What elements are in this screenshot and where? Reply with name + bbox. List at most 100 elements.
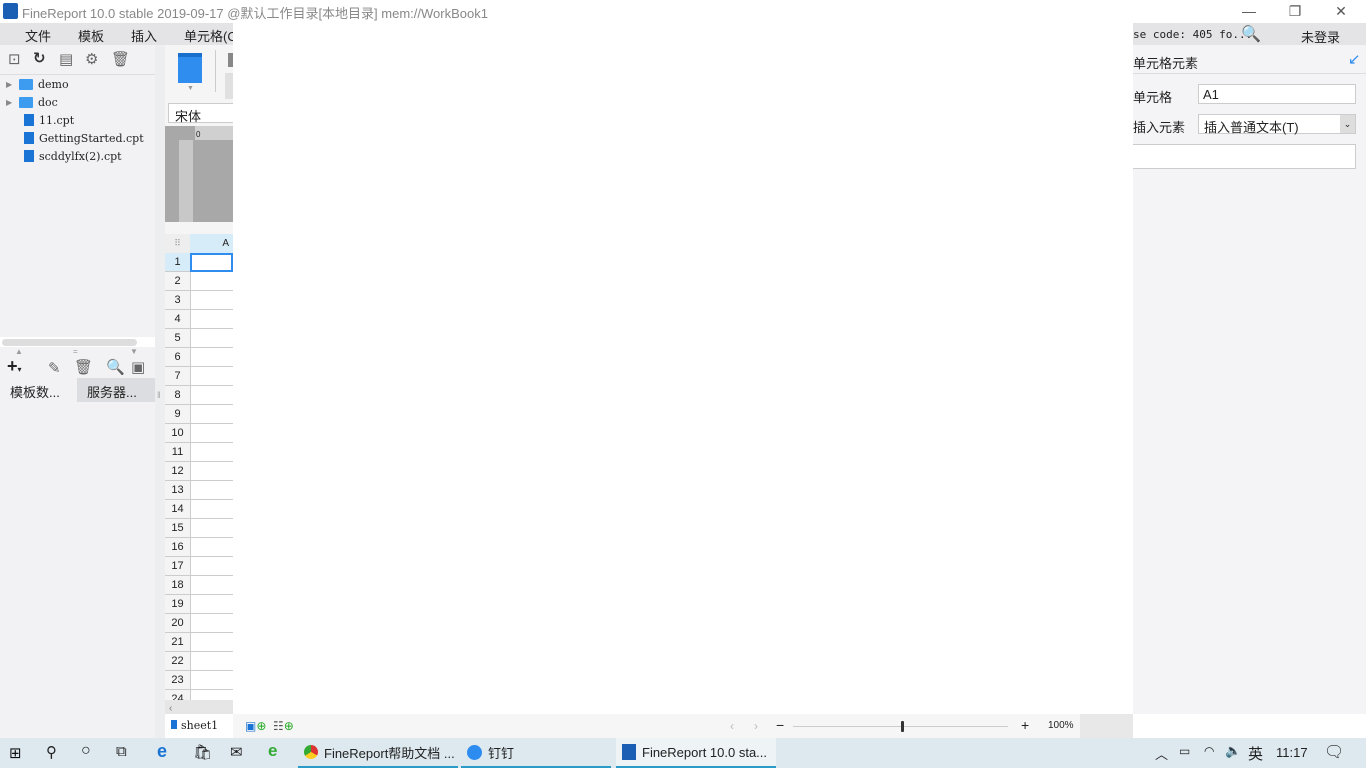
resize-handle[interactable]: ▲ = ▼ — [0, 347, 155, 357]
cell[interactable] — [190, 538, 233, 557]
tree-item[interactable]: 11.cpt — [6, 111, 74, 129]
cell[interactable] — [190, 652, 233, 671]
select-all-icon[interactable]: ⠿ — [165, 234, 190, 253]
row-header[interactable]: 20 — [165, 614, 190, 633]
delete-datasource-icon[interactable]: 🗑 — [74, 358, 93, 376]
row-header[interactable]: 13 — [165, 481, 190, 500]
edit-icon[interactable]: ✎ — [48, 359, 61, 377]
delete-icon[interactable]: 🗑 — [111, 50, 130, 68]
zoom-in-button[interactable]: + — [1021, 717, 1029, 733]
row-header[interactable]: 2 — [165, 272, 190, 291]
dropdown-icon[interactable]: ▼ — [187, 85, 194, 92]
add-sheet-icon[interactable]: ▣⊕ — [245, 719, 266, 733]
zoom-slider[interactable] — [793, 721, 1008, 732]
cell[interactable] — [190, 272, 233, 291]
row-header[interactable]: 18 — [165, 576, 190, 595]
row-header[interactable]: 16 — [165, 538, 190, 557]
battery-icon[interactable]: ▭ — [1179, 744, 1190, 758]
tree-item[interactable]: scddylfx(2).cpt — [6, 147, 122, 165]
row-header[interactable]: 15 — [165, 519, 190, 538]
cortana-icon[interactable]: ○ — [81, 742, 91, 760]
column-header-a[interactable]: A — [190, 234, 233, 253]
collapse-arrow-icon[interactable]: ↙ — [1348, 50, 1361, 68]
volume-icon[interactable]: 🔈 — [1225, 743, 1241, 759]
row-header[interactable]: 22 — [165, 652, 190, 671]
insert-element-select[interactable]: 插入普通文本(T) ⌄ — [1198, 114, 1356, 135]
tree-item[interactable]: ▶ doc — [6, 93, 58, 111]
prev-sheet-icon[interactable]: ‹ — [730, 719, 734, 733]
cell[interactable] — [190, 481, 233, 500]
menu-file[interactable]: 文件 — [25, 26, 51, 45]
minimize-button[interactable]: — — [1226, 0, 1272, 22]
settings-icon[interactable]: ⚙ — [85, 50, 98, 68]
horizontal-scrollbar[interactable] — [0, 337, 155, 347]
row-header[interactable]: 14 — [165, 500, 190, 519]
font-select[interactable]: 宋体 — [168, 103, 233, 124]
row-header[interactable]: 12 — [165, 462, 190, 481]
row-header[interactable]: 17 — [165, 557, 190, 576]
row-header[interactable]: 3 — [165, 291, 190, 310]
cell[interactable] — [190, 348, 233, 367]
mail-icon[interactable]: ✉ — [230, 743, 243, 761]
taskbar-item-finereport[interactable]: FineReport 10.0 sta... — [616, 738, 776, 768]
menu-template[interactable]: 模板 — [78, 26, 104, 45]
menu-insert[interactable]: 插入 — [131, 26, 157, 45]
edge-icon[interactable]: e — [157, 741, 167, 762]
add-datasource-icon[interactable]: +▾ — [7, 356, 22, 377]
cell[interactable] — [190, 443, 233, 462]
close-button[interactable]: ✕ — [1318, 0, 1364, 22]
clock[interactable]: 11:17 — [1276, 745, 1308, 760]
chevron-down-icon[interactable]: ⌄ — [1340, 115, 1355, 133]
row-header[interactable]: 23 — [165, 671, 190, 690]
row-header[interactable]: 9 — [165, 405, 190, 424]
row-header[interactable]: 7 — [165, 367, 190, 386]
row-header[interactable]: 8 — [165, 386, 190, 405]
expand-icon[interactable]: ▶ — [6, 98, 14, 107]
maximize-button[interactable]: ❐ — [1272, 0, 1318, 22]
cell[interactable] — [190, 424, 233, 443]
cell[interactable] — [190, 329, 233, 348]
cell[interactable] — [190, 557, 233, 576]
row-header[interactable]: 4 — [165, 310, 190, 329]
cell[interactable] — [190, 253, 233, 272]
next-sheet-icon[interactable]: › — [754, 719, 758, 733]
cell[interactable] — [190, 519, 233, 538]
cell[interactable] — [190, 386, 233, 405]
zoom-slider-thumb[interactable] — [900, 721, 904, 732]
row-header[interactable]: 21 — [165, 633, 190, 652]
cell[interactable] — [190, 291, 233, 310]
tray-chevron-icon[interactable]: ︿ — [1155, 744, 1168, 763]
preview-icon[interactable]: 🔍 — [106, 358, 125, 376]
taskbar-item-dingtalk[interactable]: 钉钉 — [461, 738, 611, 768]
wifi-icon[interactable]: ◠ — [1204, 744, 1214, 758]
preview-icon[interactable] — [178, 53, 202, 83]
tab-server-dataset[interactable]: 服务器... — [77, 378, 155, 402]
row-header[interactable]: 1 — [165, 253, 190, 272]
row-header[interactable]: 11 — [165, 443, 190, 462]
search-icon[interactable]: 🔍 — [1241, 24, 1261, 44]
tab-template-dataset[interactable]: 模板数... — [0, 378, 77, 402]
ime-indicator[interactable]: 英 — [1248, 743, 1263, 764]
row-header[interactable]: 19 — [165, 595, 190, 614]
add-poly-sheet-icon[interactable]: ☷⊕ — [273, 719, 294, 733]
cell[interactable] — [190, 614, 233, 633]
sheet-scrollbar[interactable]: ‹ — [165, 700, 233, 714]
windows-start-icon[interactable]: ⊞ — [9, 744, 22, 762]
browser-icon[interactable]: e — [268, 741, 277, 761]
row-header[interactable]: 5 — [165, 329, 190, 348]
cell[interactable] — [190, 310, 233, 329]
tree-item[interactable]: ▶ demo — [6, 75, 69, 93]
refresh-icon[interactable]: ↻ — [33, 49, 46, 67]
task-view-icon[interactable]: ⧉ — [116, 743, 127, 760]
cell[interactable] — [190, 367, 233, 386]
cell[interactable] — [190, 500, 233, 519]
cell[interactable] — [190, 576, 233, 595]
expand-icon[interactable]: ▶ — [6, 80, 14, 89]
row-header[interactable]: 6 — [165, 348, 190, 367]
cell-content-field[interactable] — [1133, 144, 1356, 169]
cell[interactable] — [190, 595, 233, 614]
zoom-out-button[interactable]: − — [776, 717, 784, 733]
login-button[interactable]: 未登录 — [1301, 27, 1340, 46]
row-header[interactable]: 10 — [165, 424, 190, 443]
notification-icon[interactable]: 🗨 — [1324, 742, 1344, 762]
